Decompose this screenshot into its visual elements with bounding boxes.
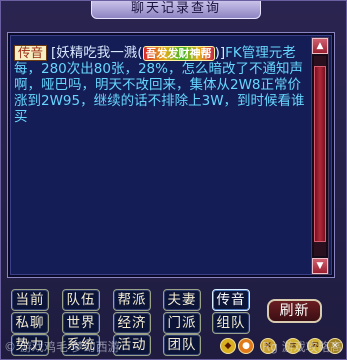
scroll-track[interactable] xyxy=(314,56,326,256)
channel-world-button[interactable]: 世界 xyxy=(62,312,100,334)
scroll-up-icon[interactable]: ▲ xyxy=(312,38,328,54)
channel-faction-button[interactable]: 门派 xyxy=(163,312,201,334)
channel-current-button[interactable]: 当前 xyxy=(11,289,49,311)
channel-private-button[interactable]: 私聊 xyxy=(11,312,49,334)
chat-history-window: 聊天记录查询 传音 [妖精吃我一溅(吾发发财神帮)]FK管理元老每，280次出80… xyxy=(0,0,347,360)
refresh-button[interactable]: 刷新 xyxy=(267,299,322,323)
watermark-left: © 游戏鸡毛 梦幻西游 xyxy=(4,340,120,354)
watermark: © 游戏鸡毛 梦幻西游 Rg 游戏攻略高手 xyxy=(4,337,347,357)
sender-suffix: )] xyxy=(214,45,226,61)
sender-prefix[interactable]: [妖精吃我一溅( xyxy=(51,45,143,61)
channel-transmit-button[interactable]: 传音 xyxy=(212,289,250,311)
channel-group-button[interactable]: 组队 xyxy=(212,312,250,334)
scroll-thumb[interactable] xyxy=(314,66,326,242)
channel-spouse-button[interactable]: 夫妻 xyxy=(163,289,201,311)
chat-scrollbar[interactable]: ▲ ▼ xyxy=(311,37,329,275)
watermark-right: Rg 游戏攻略高手 xyxy=(262,340,342,354)
window-title: 聊天记录查询 xyxy=(91,1,261,19)
channel-economy-button[interactable]: 经济 xyxy=(113,312,151,334)
chat-log-panel: 传音 [妖精吃我一溅(吾发发财神帮)]FK管理元老每，280次出80张，28%，怎… xyxy=(8,33,334,277)
chat-message: 传音 [妖精吃我一溅(吾发发财神帮)]FK管理元老每，280次出80张，28%，怎… xyxy=(14,45,310,125)
gang-badge: 吾发发财神帮 xyxy=(142,46,215,61)
channel-gang-button[interactable]: 帮派 xyxy=(113,289,151,311)
scroll-down-icon[interactable]: ▼ xyxy=(312,258,328,274)
channel-team-button[interactable]: 队伍 xyxy=(62,289,100,311)
channel-tag[interactable]: 传音 xyxy=(14,45,48,61)
